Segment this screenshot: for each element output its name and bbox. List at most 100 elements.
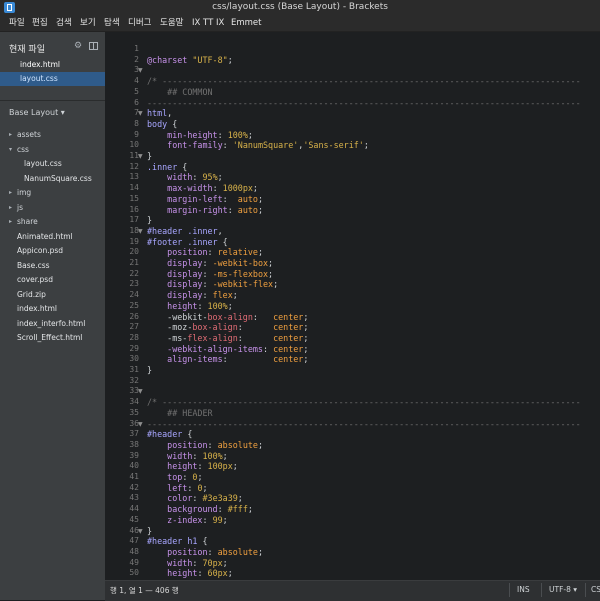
code-token: body [147,118,168,129]
code-token: : [237,322,274,333]
fold-toggle-icon[interactable]: ▼ [138,388,143,395]
encoding-selector[interactable]: UTF-8 ▾ [549,585,577,594]
fold-toggle-icon[interactable]: ▼ [138,110,143,117]
code-token: auto [237,193,258,204]
tree-file[interactable]: Animated.html [0,230,105,244]
code-token: : [217,129,228,140]
code-token: position [167,546,208,557]
code-token: "UTF-8" [192,54,228,65]
fold-toggle-icon[interactable]: ▼ [138,153,143,160]
code-line: #header h1 { [147,536,208,547]
line-number: 35 [129,407,139,417]
cursor-position[interactable]: 행 1, 열 1 — 406 행 [110,585,179,596]
code-token: ; [303,343,309,354]
tree-file[interactable]: cover.psd [0,273,105,287]
tree-folder[interactable]: ▾ css [0,143,105,157]
tree-item-label: css [17,144,29,154]
tree-file[interactable]: Base.css [0,259,105,273]
code-token: ; [227,568,233,579]
language-selector[interactable]: CSS [591,585,600,594]
code-editor[interactable]: 1 2 3 ▼ 4 5 6 7 ▼ 8 9 10 11 ▼ 12 13 14 15 16 17 18 ▼ 19 20 21 22 2… [105,32,600,580]
tree-file[interactable]: layout.css [0,157,105,171]
code-area[interactable]: @charset "UTF-8"; /* --------------------… [147,32,600,580]
menu-find[interactable]: 검색 [56,17,72,29]
tree-folder[interactable]: ▸ share [0,215,105,229]
menu-view[interactable]: 보기 [80,17,96,29]
gear-icon[interactable]: ⚙ [74,41,82,51]
working-file-item[interactable]: layout.css [0,72,105,86]
line-number: 39 [129,450,139,460]
menu-edit[interactable]: 편집 [32,17,48,29]
fold-toggle-icon[interactable]: ▼ [138,228,143,235]
fold-toggle-icon[interactable]: ▼ [138,528,143,535]
code-token: ; [257,546,263,557]
chevron-right-icon[interactable]: ▸ [9,189,12,196]
code-token: : [202,268,213,279]
code-line: display: -webkit-flex; [147,279,278,290]
chevron-right-icon[interactable]: ▸ [9,204,12,211]
line-number: 27 [129,322,139,332]
menu-navigate[interactable]: 탐색 [104,17,120,29]
code-line: position: absolute; [147,547,263,558]
code-token: 'NanumSquare' [232,140,299,151]
code-token: color [167,493,193,504]
code-token: box-align [192,322,238,333]
code-token: ## COMMON [147,86,213,97]
project-dropdown[interactable]: Base Layout ▾ [9,108,65,117]
code-token: ; [202,482,208,493]
code-line: #footer .inner { [147,237,228,248]
code-token: -webkit-align-items [167,343,263,354]
fold-toggle-icon[interactable]: ▼ [138,421,143,428]
code-line: width: 100%; [147,451,228,462]
code-line: #header { [147,429,192,440]
tree-item-label: index_interfo.html [17,318,86,328]
code-token: : [202,279,213,290]
tree-folder[interactable]: ▸ js [0,201,105,215]
chevron-right-icon[interactable]: ▸ [9,131,12,138]
fold-toggle-icon[interactable]: ▼ [138,67,143,74]
code-token: box-align [207,311,253,322]
line-number: 34 [129,397,139,407]
line-number: 5 [134,86,139,96]
menu-ixtt[interactable]: IX TT [192,17,213,29]
menu-ix[interactable]: IX [216,17,224,29]
tree-item-label: cover.psd [17,275,53,284]
tree-folder[interactable]: ▸ assets [0,128,105,142]
code-line: html, [147,108,172,119]
tree-file[interactable]: index_interfo.html [0,317,105,331]
insert-mode-toggle[interactable]: INS [517,585,530,594]
menu-emmet[interactable]: Emmet [231,17,262,29]
line-number: 15 [129,193,139,203]
code-token: { [217,236,228,247]
working-file-item[interactable]: index.html [0,58,105,72]
tree-folder[interactable]: ▸ img [0,186,105,200]
chevron-down-icon[interactable]: ▾ [9,146,12,153]
code-token: 'Sans-serif' [303,140,364,151]
code-line: /* -------------------------------------… [147,397,581,408]
tree-item-label: assets [17,130,41,139]
menu-help[interactable]: 도움말 [160,17,183,29]
line-number: 31 [129,365,139,374]
code-token: .inner [147,161,178,172]
tree-file[interactable]: Appicon.psd [0,244,105,258]
menu-debug[interactable]: 디버그 [128,17,151,29]
line-number: 19 [129,236,139,246]
tree-file[interactable]: index.html [0,302,105,316]
menu-file[interactable]: 파일 [9,17,25,29]
tree-file[interactable]: NanumSquare.css [0,172,105,186]
tree-file[interactable]: Scroll_Effect.html [0,331,105,345]
code-token: width [167,557,193,568]
tree-item-label: Scroll_Effect.html [17,333,83,342]
code-line: position: relative; [147,247,263,258]
split-view-icon[interactable] [89,42,98,50]
chevron-right-icon[interactable]: ▸ [9,218,12,225]
tree-file[interactable]: Grid.zip [0,288,105,302]
tree-item-label: Grid.zip [17,289,46,299]
code-token: center [273,311,304,322]
